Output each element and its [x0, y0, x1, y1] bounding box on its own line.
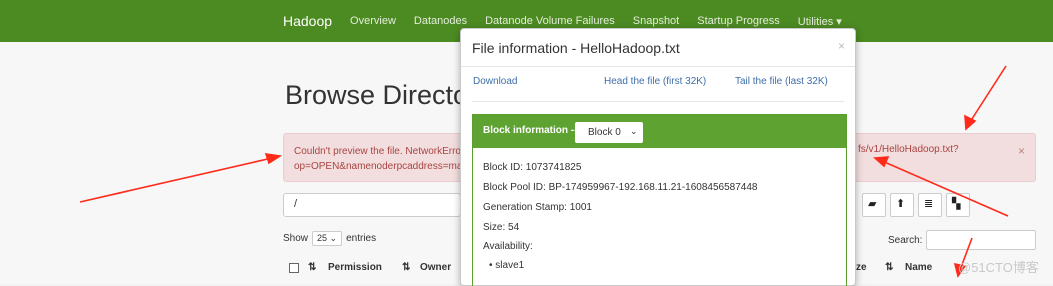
annotation-arrow [881, 160, 1009, 217]
arrow-head [873, 156, 890, 168]
annotation-arrow [79, 157, 273, 203]
annotation-arrows [79, 65, 1009, 278]
watermark: @51CTO博客 [958, 260, 1039, 275]
arrow-head [264, 153, 283, 165]
annotation-arrow [969, 65, 1007, 123]
